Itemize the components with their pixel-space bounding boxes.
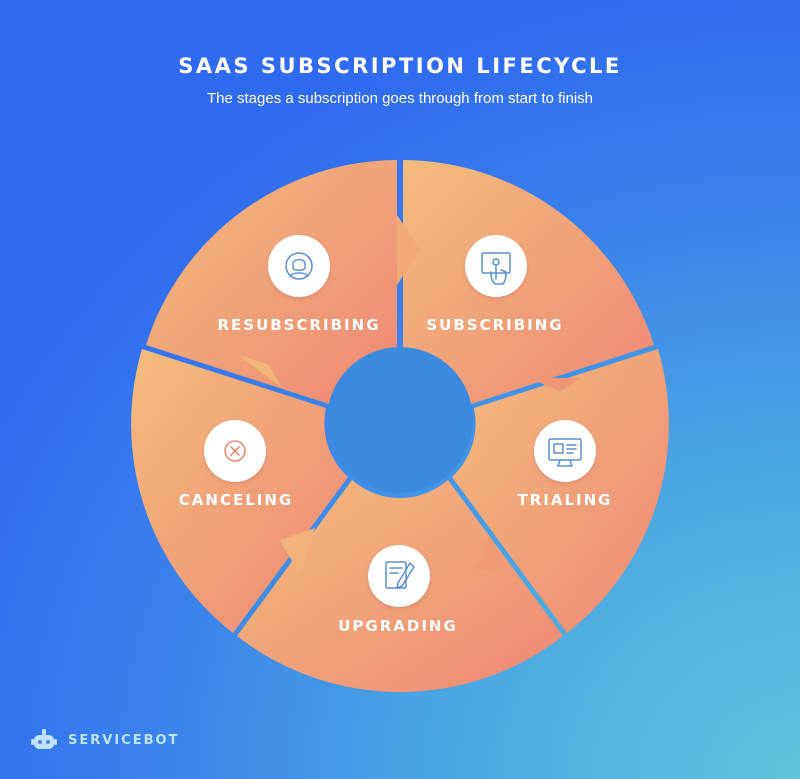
stage-label-upgrading: UPGRADING: [338, 617, 458, 635]
stage-icon-badge: [534, 420, 596, 482]
stage-label-subscribing: SUBSCRIBING: [426, 316, 563, 334]
center-circle: [327, 347, 473, 493]
brand-name: SERVICEBOT: [68, 732, 180, 748]
robot-icon: [31, 729, 57, 749]
stage-icon-badge: [268, 235, 330, 297]
stage-label-trialing: TRIALING: [518, 491, 613, 509]
stage-label-resubscribing: RESUBSCRIBING: [217, 316, 380, 334]
lifecycle-diagram: SUBSCRIBING TRIALING UPGRADING CANCELING: [131, 160, 669, 693]
stage-icon-badge: [368, 545, 430, 607]
stage-label-canceling: CANCELING: [179, 491, 293, 509]
brand-logo: SERVICEBOT: [30, 728, 179, 752]
